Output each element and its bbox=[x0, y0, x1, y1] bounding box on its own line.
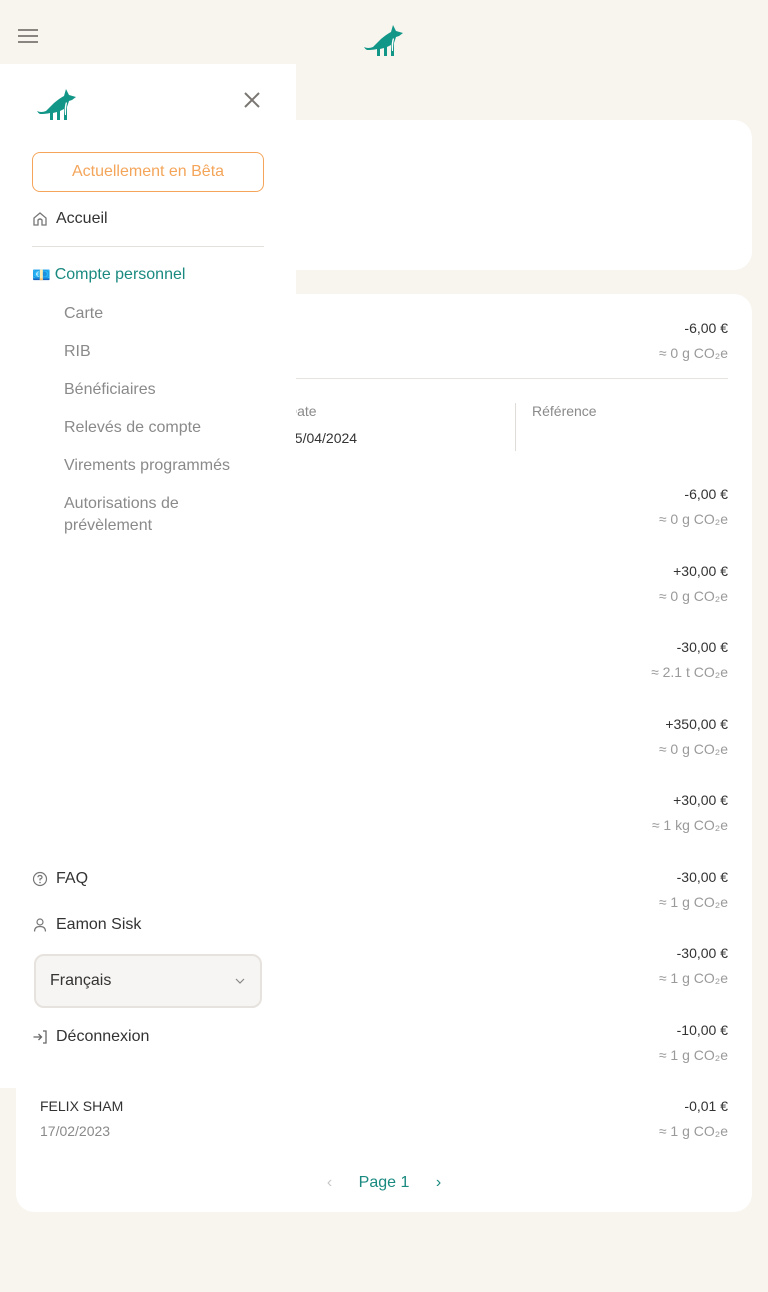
transaction-amount: -30,00 € bbox=[676, 639, 728, 655]
nav-subitem-card[interactable]: Carte bbox=[64, 303, 264, 325]
transaction-amount: +30,00 € bbox=[673, 792, 728, 808]
transaction-amount: -6,00 € bbox=[684, 486, 728, 502]
language-select[interactable]: Français bbox=[34, 954, 262, 1008]
nav-subitem-scheduled-transfers[interactable]: Virements programmés bbox=[64, 455, 264, 477]
transaction-co2: ≈ 1 g CO₂e bbox=[658, 1046, 728, 1063]
nav-item-personal-account[interactable]: 💶 Compte personnel bbox=[32, 266, 185, 284]
transaction-co2: ≈ 0 g CO₂e bbox=[658, 511, 728, 527]
fox-logo[interactable] bbox=[363, 23, 407, 57]
money-icon: 💶 bbox=[32, 267, 51, 284]
nav-item-home-label: Accueil bbox=[56, 210, 108, 227]
nav-item-profile-label: Eamon Sisk bbox=[56, 916, 142, 933]
transaction-amount: -30,00 € bbox=[676, 945, 728, 961]
transaction-amount: +30,00 € bbox=[673, 562, 728, 579]
next-page-button[interactable]: › bbox=[436, 1174, 441, 1192]
nav-subitem-debit-authorizations[interactable]: Autorisations de prévèlement bbox=[64, 493, 224, 537]
detail-reference-label: Référence bbox=[532, 403, 597, 419]
nav-item-logout[interactable]: Déconnexion bbox=[32, 1028, 149, 1046]
navigation-drawer: Actuellement en Bêta Accueil 💶 Compte pe… bbox=[0, 64, 296, 1088]
transaction-amount: -0,01 € bbox=[684, 1098, 728, 1114]
hamburger-icon[interactable] bbox=[18, 29, 38, 45]
logout-icon bbox=[33, 1030, 47, 1044]
fox-logo[interactable] bbox=[36, 87, 80, 121]
transaction-co2: ≈ 1 g CO₂e bbox=[658, 1123, 728, 1139]
transaction-amount: -30,00 € bbox=[676, 868, 728, 885]
language-select-value: Français bbox=[50, 972, 112, 989]
detail-reference: Référence bbox=[515, 403, 725, 451]
page-indicator: Page 1 bbox=[358, 1174, 410, 1191]
user-icon bbox=[33, 918, 47, 932]
transaction-co2: ≈ 1 g CO₂e bbox=[658, 893, 728, 910]
divider bbox=[32, 246, 264, 247]
nav-item-profile[interactable]: Eamon Sisk bbox=[32, 916, 141, 934]
top-bar bbox=[0, 0, 768, 64]
transaction-amount: -6,00 € bbox=[684, 320, 728, 336]
home-icon bbox=[33, 212, 47, 226]
nav-item-faq-label: FAQ bbox=[56, 870, 89, 887]
nav-item-faq[interactable]: FAQ bbox=[32, 870, 88, 888]
transaction-amount: -10,00 € bbox=[676, 1021, 728, 1038]
help-icon bbox=[32, 871, 48, 887]
prev-page-button[interactable]: ‹ bbox=[327, 1174, 332, 1192]
transaction-co2: ≈ 2.1 t CO₂e bbox=[651, 664, 728, 680]
nav-item-logout-label: Déconnexion bbox=[56, 1028, 150, 1045]
transaction-co2: ≈ 1 kg CO₂e bbox=[651, 817, 728, 833]
transaction-amount: +350,00 € bbox=[665, 715, 728, 732]
transaction-date: 17/02/2023 bbox=[40, 1123, 111, 1139]
nav-subitem-statements[interactable]: Relevés de compte bbox=[64, 417, 264, 439]
transaction-co2: ≈ 1 g CO₂e bbox=[658, 970, 728, 986]
nav-subitem-rib[interactable]: RIB bbox=[64, 341, 264, 363]
chevron-down-icon bbox=[235, 978, 245, 984]
beta-badge: Actuellement en Bêta bbox=[32, 152, 264, 192]
transaction-name: FELIX SHAM bbox=[40, 1098, 124, 1114]
nav-subitem-beneficiaries[interactable]: Bénéficiaires bbox=[64, 379, 264, 401]
close-icon[interactable] bbox=[242, 90, 262, 110]
transaction-co2: ≈ 0 g CO₂e bbox=[658, 587, 728, 604]
nav-item-personal-account-label: Compte personnel bbox=[54, 266, 186, 283]
transaction-co2: ≈ 0 g CO₂e bbox=[658, 740, 728, 757]
pagination: ‹ Page 1 › bbox=[16, 1174, 752, 1192]
transaction-row[interactable]: FELIX SHAM 17/02/2023 -0,01 € ≈ 1 g CO₂e bbox=[40, 1098, 728, 1150]
nav-item-home[interactable]: Accueil bbox=[32, 210, 108, 228]
transaction-co2: ≈ 0 g CO₂e bbox=[658, 345, 728, 361]
